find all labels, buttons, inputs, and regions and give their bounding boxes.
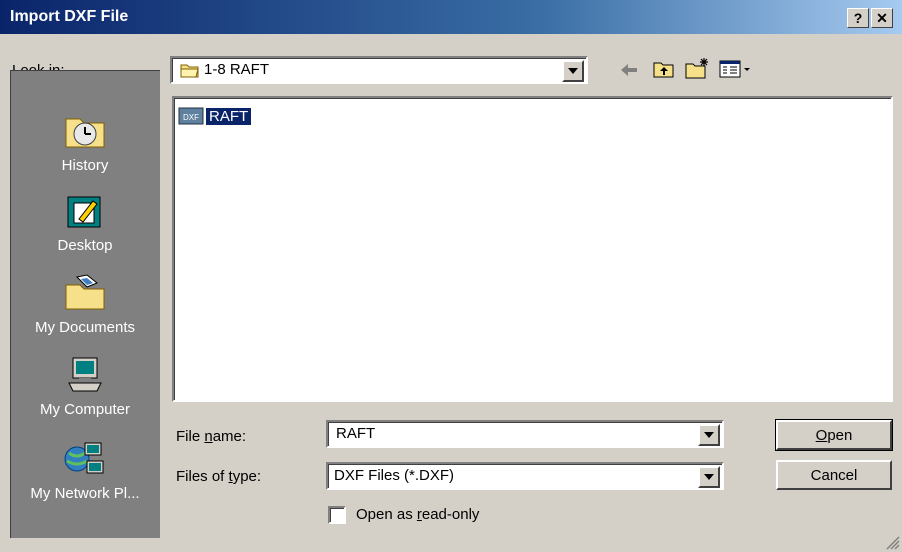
filetype-dropdown-arrow[interactable] — [698, 466, 720, 488]
svg-text:DXF: DXF — [183, 113, 199, 122]
open-button[interactable]: Open — [775, 419, 893, 451]
my-computer-icon — [68, 357, 102, 392]
place-network[interactable]: My Network Pl... — [11, 439, 159, 502]
window-title: Import DXF File — [10, 8, 129, 25]
file-list[interactable]: DXF RAFT — [172, 96, 893, 402]
places-bar: History Desktop My Documents My Computer — [10, 70, 160, 538]
place-my-computer[interactable]: My Computer — [11, 355, 159, 418]
lookin-dropdown-arrow[interactable] — [562, 60, 584, 82]
folder-icon — [180, 64, 199, 78]
network-places-icon — [64, 442, 104, 474]
filetype-label: Files of type: — [176, 468, 262, 485]
filename-input[interactable]: RAFT — [336, 425, 375, 442]
readonly-checkbox[interactable] — [328, 506, 346, 524]
lookin-dropdown[interactable]: 1-8 RAFT — [170, 56, 588, 84]
filename-combobox[interactable]: RAFT — [326, 420, 724, 448]
filetype-value: DXF Files (*.DXF) — [334, 467, 454, 484]
place-history[interactable]: History — [11, 111, 159, 174]
filename-dropdown-arrow[interactable] — [698, 424, 720, 446]
filename-label: File name: — [176, 428, 247, 445]
cancel-button[interactable]: Cancel — [776, 460, 892, 490]
file-name-label: RAFT — [204, 106, 253, 126]
help-button[interactable]: ? — [847, 8, 869, 28]
back-arrow-icon[interactable] — [618, 60, 640, 80]
place-my-documents[interactable]: My Documents — [11, 273, 159, 336]
resize-grip-icon[interactable] — [884, 534, 900, 550]
place-desktop[interactable]: Desktop — [11, 191, 159, 254]
views-menu-icon[interactable] — [718, 58, 752, 80]
dxf-file-icon: DXF — [178, 107, 204, 125]
close-icon: ✕ — [876, 9, 888, 26]
my-documents-icon — [65, 274, 105, 310]
new-folder-icon[interactable] — [684, 56, 710, 80]
close-button[interactable]: ✕ — [871, 8, 893, 28]
title-bar[interactable]: Import DXF File ? ✕ — [0, 0, 902, 34]
list-item[interactable]: DXF RAFT — [178, 104, 253, 128]
filetype-dropdown[interactable]: DXF Files (*.DXF) — [326, 462, 724, 490]
readonly-label[interactable]: Open as read-only — [356, 506, 479, 523]
lookin-value: 1-8 RAFT — [204, 61, 270, 78]
desktop-icon — [67, 196, 101, 228]
up-folder-icon[interactable] — [652, 58, 676, 80]
history-icon — [65, 118, 105, 148]
